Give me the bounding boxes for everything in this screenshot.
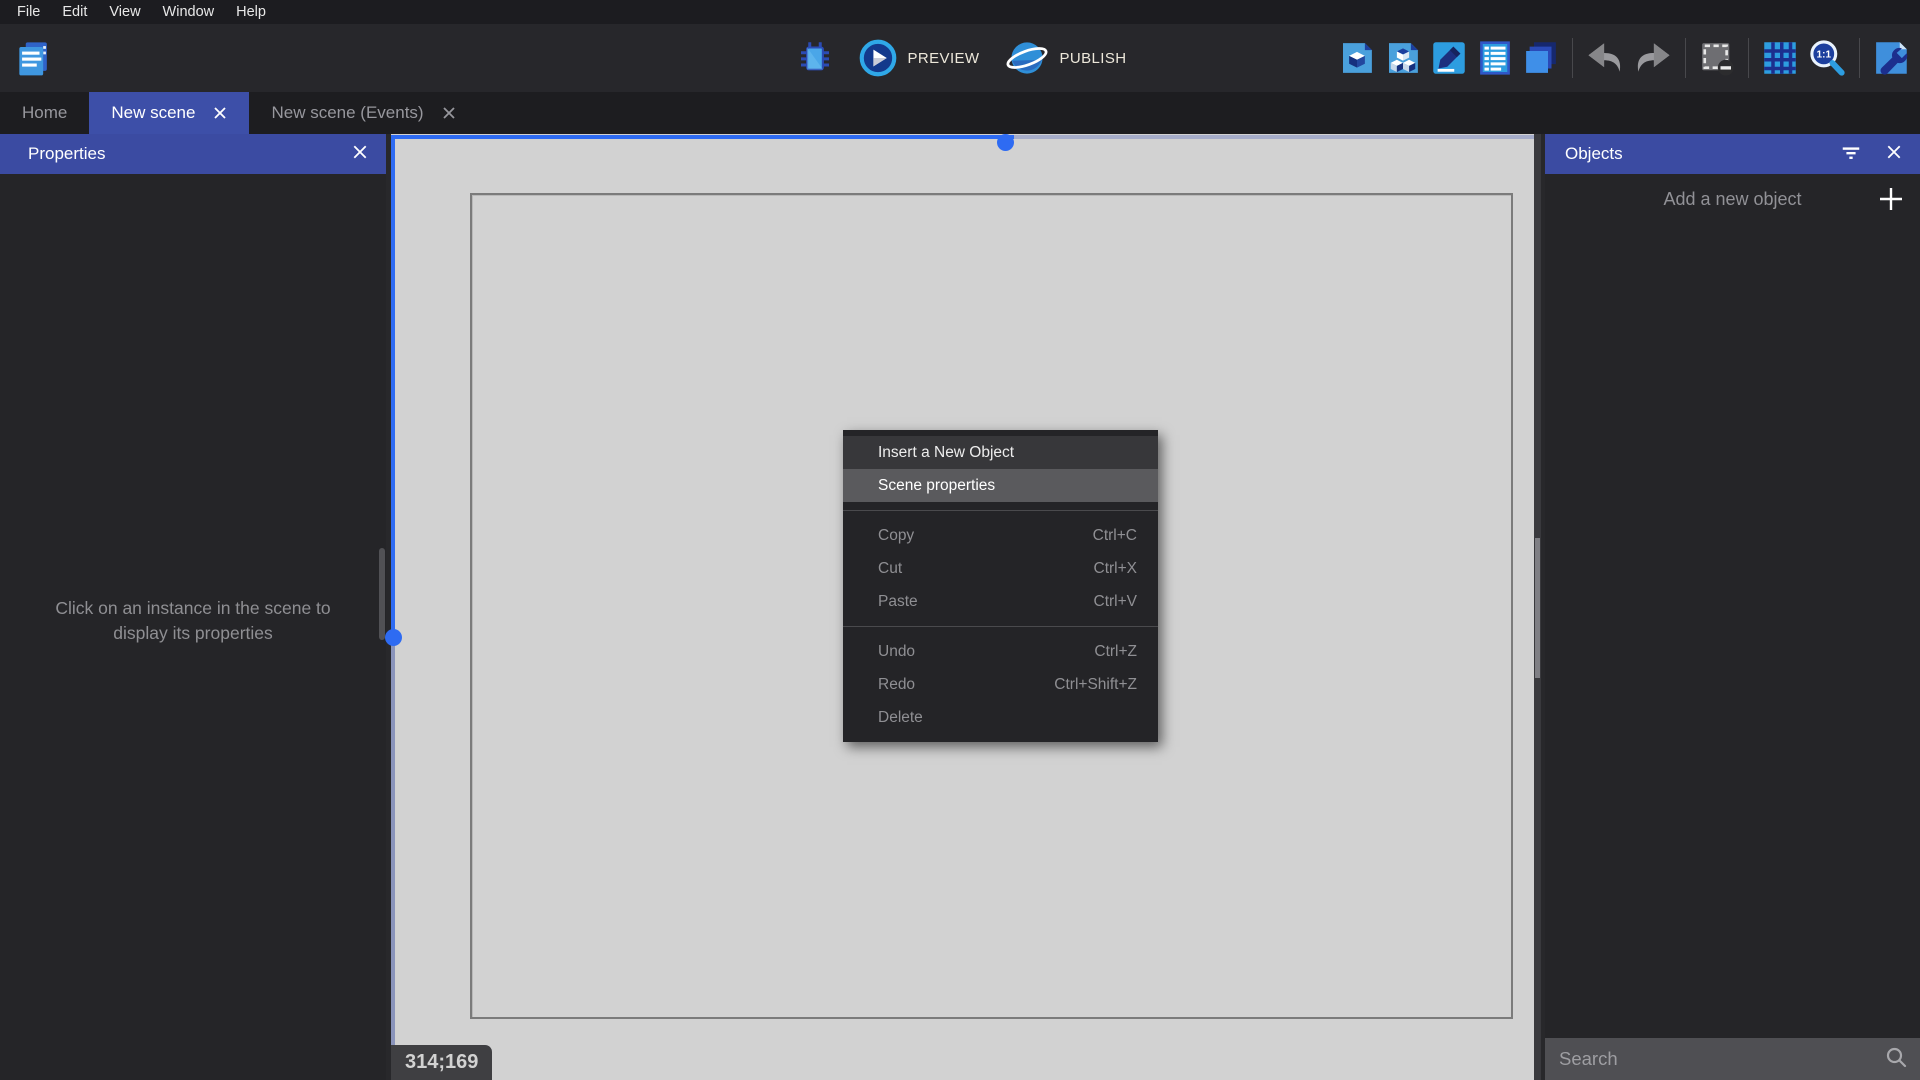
menu-file[interactable]: File — [6, 4, 51, 20]
menu-item-shortcut: Ctrl+V — [1094, 593, 1138, 611]
search-input[interactable] — [1559, 1048, 1884, 1070]
left-gutter-scrollbar[interactable] — [379, 548, 385, 640]
objects-panel-title: Objects — [1565, 144, 1623, 164]
menu-item-label: Undo — [878, 643, 915, 661]
menu-window[interactable]: Window — [152, 4, 226, 20]
menu-item-label: Redo — [878, 676, 915, 694]
context-menu-item-delete[interactable]: Delete — [843, 701, 1158, 734]
add-object-button[interactable] — [1876, 184, 1906, 219]
toolbar-separator — [1859, 38, 1860, 78]
tab-home[interactable]: Home — [0, 92, 89, 134]
menu-view[interactable]: View — [98, 4, 151, 20]
plus-icon — [1876, 184, 1906, 214]
main-area: Properties Click on an instance in the s… — [0, 134, 1920, 1080]
edit-pencil-icon[interactable] — [1428, 37, 1470, 79]
menu-item-shortcut: Ctrl+C — [1093, 527, 1137, 545]
toolbar-separator — [1572, 38, 1573, 78]
properties-empty-message: Click on an instance in the scene to dis… — [0, 596, 386, 647]
menu-bar: File Edit View Window Help — [0, 0, 1920, 24]
context-menu-item-redo[interactable]: Redo Ctrl+Shift+Z — [843, 668, 1158, 701]
objects-panel-header: Objects — [1545, 134, 1920, 174]
vertical-scroll-thumb[interactable] — [385, 629, 402, 646]
preview-label: PREVIEW — [908, 50, 980, 67]
tab-new-scene[interactable]: New scene — [89, 92, 249, 134]
menu-item-label: Paste — [878, 593, 918, 611]
objects-search-bar — [1545, 1038, 1920, 1080]
grid-icon[interactable] — [1759, 37, 1801, 79]
filter-icon[interactable] — [1840, 141, 1862, 168]
properties-panel: Properties Click on an instance in the s… — [0, 134, 386, 1080]
menu-item-label: Copy — [878, 527, 914, 545]
close-icon[interactable] — [213, 106, 227, 120]
objects-cubes-icon[interactable] — [1382, 37, 1424, 79]
publish-button[interactable]: PUBLISH — [1005, 36, 1126, 80]
toolbar-right: 1:1 — [1336, 24, 1912, 92]
context-menu-item-cut[interactable]: Cut Ctrl+X — [843, 552, 1158, 585]
scene-wrench-icon[interactable] — [1870, 37, 1912, 79]
menu-item-label: Cut — [878, 560, 902, 578]
menu-item-shortcut: Ctrl+X — [1094, 560, 1138, 578]
cursor-coordinates-badge: 314;169 — [391, 1045, 492, 1080]
publish-globe-icon — [1005, 36, 1049, 80]
scene-cube-icon[interactable] — [1336, 37, 1378, 79]
publish-label: PUBLISH — [1059, 50, 1126, 67]
menu-item-label: Insert a New Object — [878, 444, 1014, 462]
add-object-label: Add a new object — [1663, 189, 1801, 210]
menu-item-label: Scene properties — [878, 477, 995, 495]
menu-divider — [843, 510, 1158, 511]
context-menu-item-insert-object[interactable]: Insert a New Object — [843, 436, 1158, 469]
menu-item-shortcut: Ctrl+Shift+Z — [1054, 676, 1137, 694]
context-menu-item-scene-properties[interactable]: Scene properties — [843, 469, 1158, 502]
horizontal-scroll-filled — [391, 135, 1014, 139]
toolbar-separator — [1748, 38, 1749, 78]
context-menu-item-copy[interactable]: Copy Ctrl+C — [843, 519, 1158, 552]
preview-button[interactable]: PREVIEW — [858, 38, 980, 78]
right-scrollbar-thumb[interactable] — [1535, 538, 1540, 678]
properties-panel-title: Properties — [28, 144, 105, 164]
horizontal-scroll-thumb[interactable] — [997, 134, 1014, 151]
menu-help[interactable]: Help — [225, 4, 277, 20]
horizontal-scroll-track[interactable] — [1014, 135, 1534, 139]
objects-panel: Objects Add a new object — [1545, 134, 1920, 1080]
zoom-1-1-icon[interactable]: 1:1 — [1805, 36, 1849, 80]
redo-icon[interactable] — [1631, 36, 1675, 80]
context-menu: Insert a New Object Scene properties Cop… — [843, 430, 1158, 742]
tab-label: New scene (Events) — [271, 103, 423, 123]
preview-play-icon — [858, 38, 898, 78]
menu-edit[interactable]: Edit — [51, 4, 98, 20]
instances-list-icon[interactable] — [1474, 37, 1516, 79]
close-icon[interactable] — [442, 106, 456, 120]
undo-icon[interactable] — [1583, 36, 1627, 80]
menu-divider — [843, 626, 1158, 627]
tab-new-scene-events[interactable]: New scene (Events) — [249, 92, 477, 134]
deselect-icon[interactable] — [1696, 37, 1738, 79]
search-icon[interactable] — [1884, 1045, 1908, 1074]
tab-bar: Home New scene New scene (Events) — [0, 92, 1920, 134]
toolbar: PREVIEW PUBLISH — [0, 24, 1920, 92]
tab-label: Home — [22, 103, 67, 123]
toolbar-separator — [1685, 38, 1686, 78]
menu-item-shortcut: Ctrl+Z — [1094, 643, 1137, 661]
debugger-icon[interactable] — [794, 37, 836, 79]
empty-message-text: Click on an instance in the scene to dis… — [28, 596, 358, 647]
close-icon[interactable] — [1886, 144, 1902, 165]
context-menu-item-paste[interactable]: Paste Ctrl+V — [843, 585, 1158, 618]
layers-icon[interactable] — [1520, 37, 1562, 79]
properties-panel-header: Properties — [0, 134, 386, 174]
close-icon[interactable] — [352, 144, 368, 165]
svg-text:1:1: 1:1 — [1817, 50, 1832, 61]
vertical-scroll-filled — [391, 135, 395, 637]
tab-label: New scene — [111, 103, 195, 123]
cursor-coordinates-value: 314;169 — [405, 1051, 478, 1074]
add-object-row: Add a new object — [1545, 174, 1920, 224]
context-menu-item-undo[interactable]: Undo Ctrl+Z — [843, 635, 1158, 668]
menu-item-label: Delete — [878, 709, 923, 727]
vertical-scroll-track[interactable] — [391, 637, 395, 1080]
